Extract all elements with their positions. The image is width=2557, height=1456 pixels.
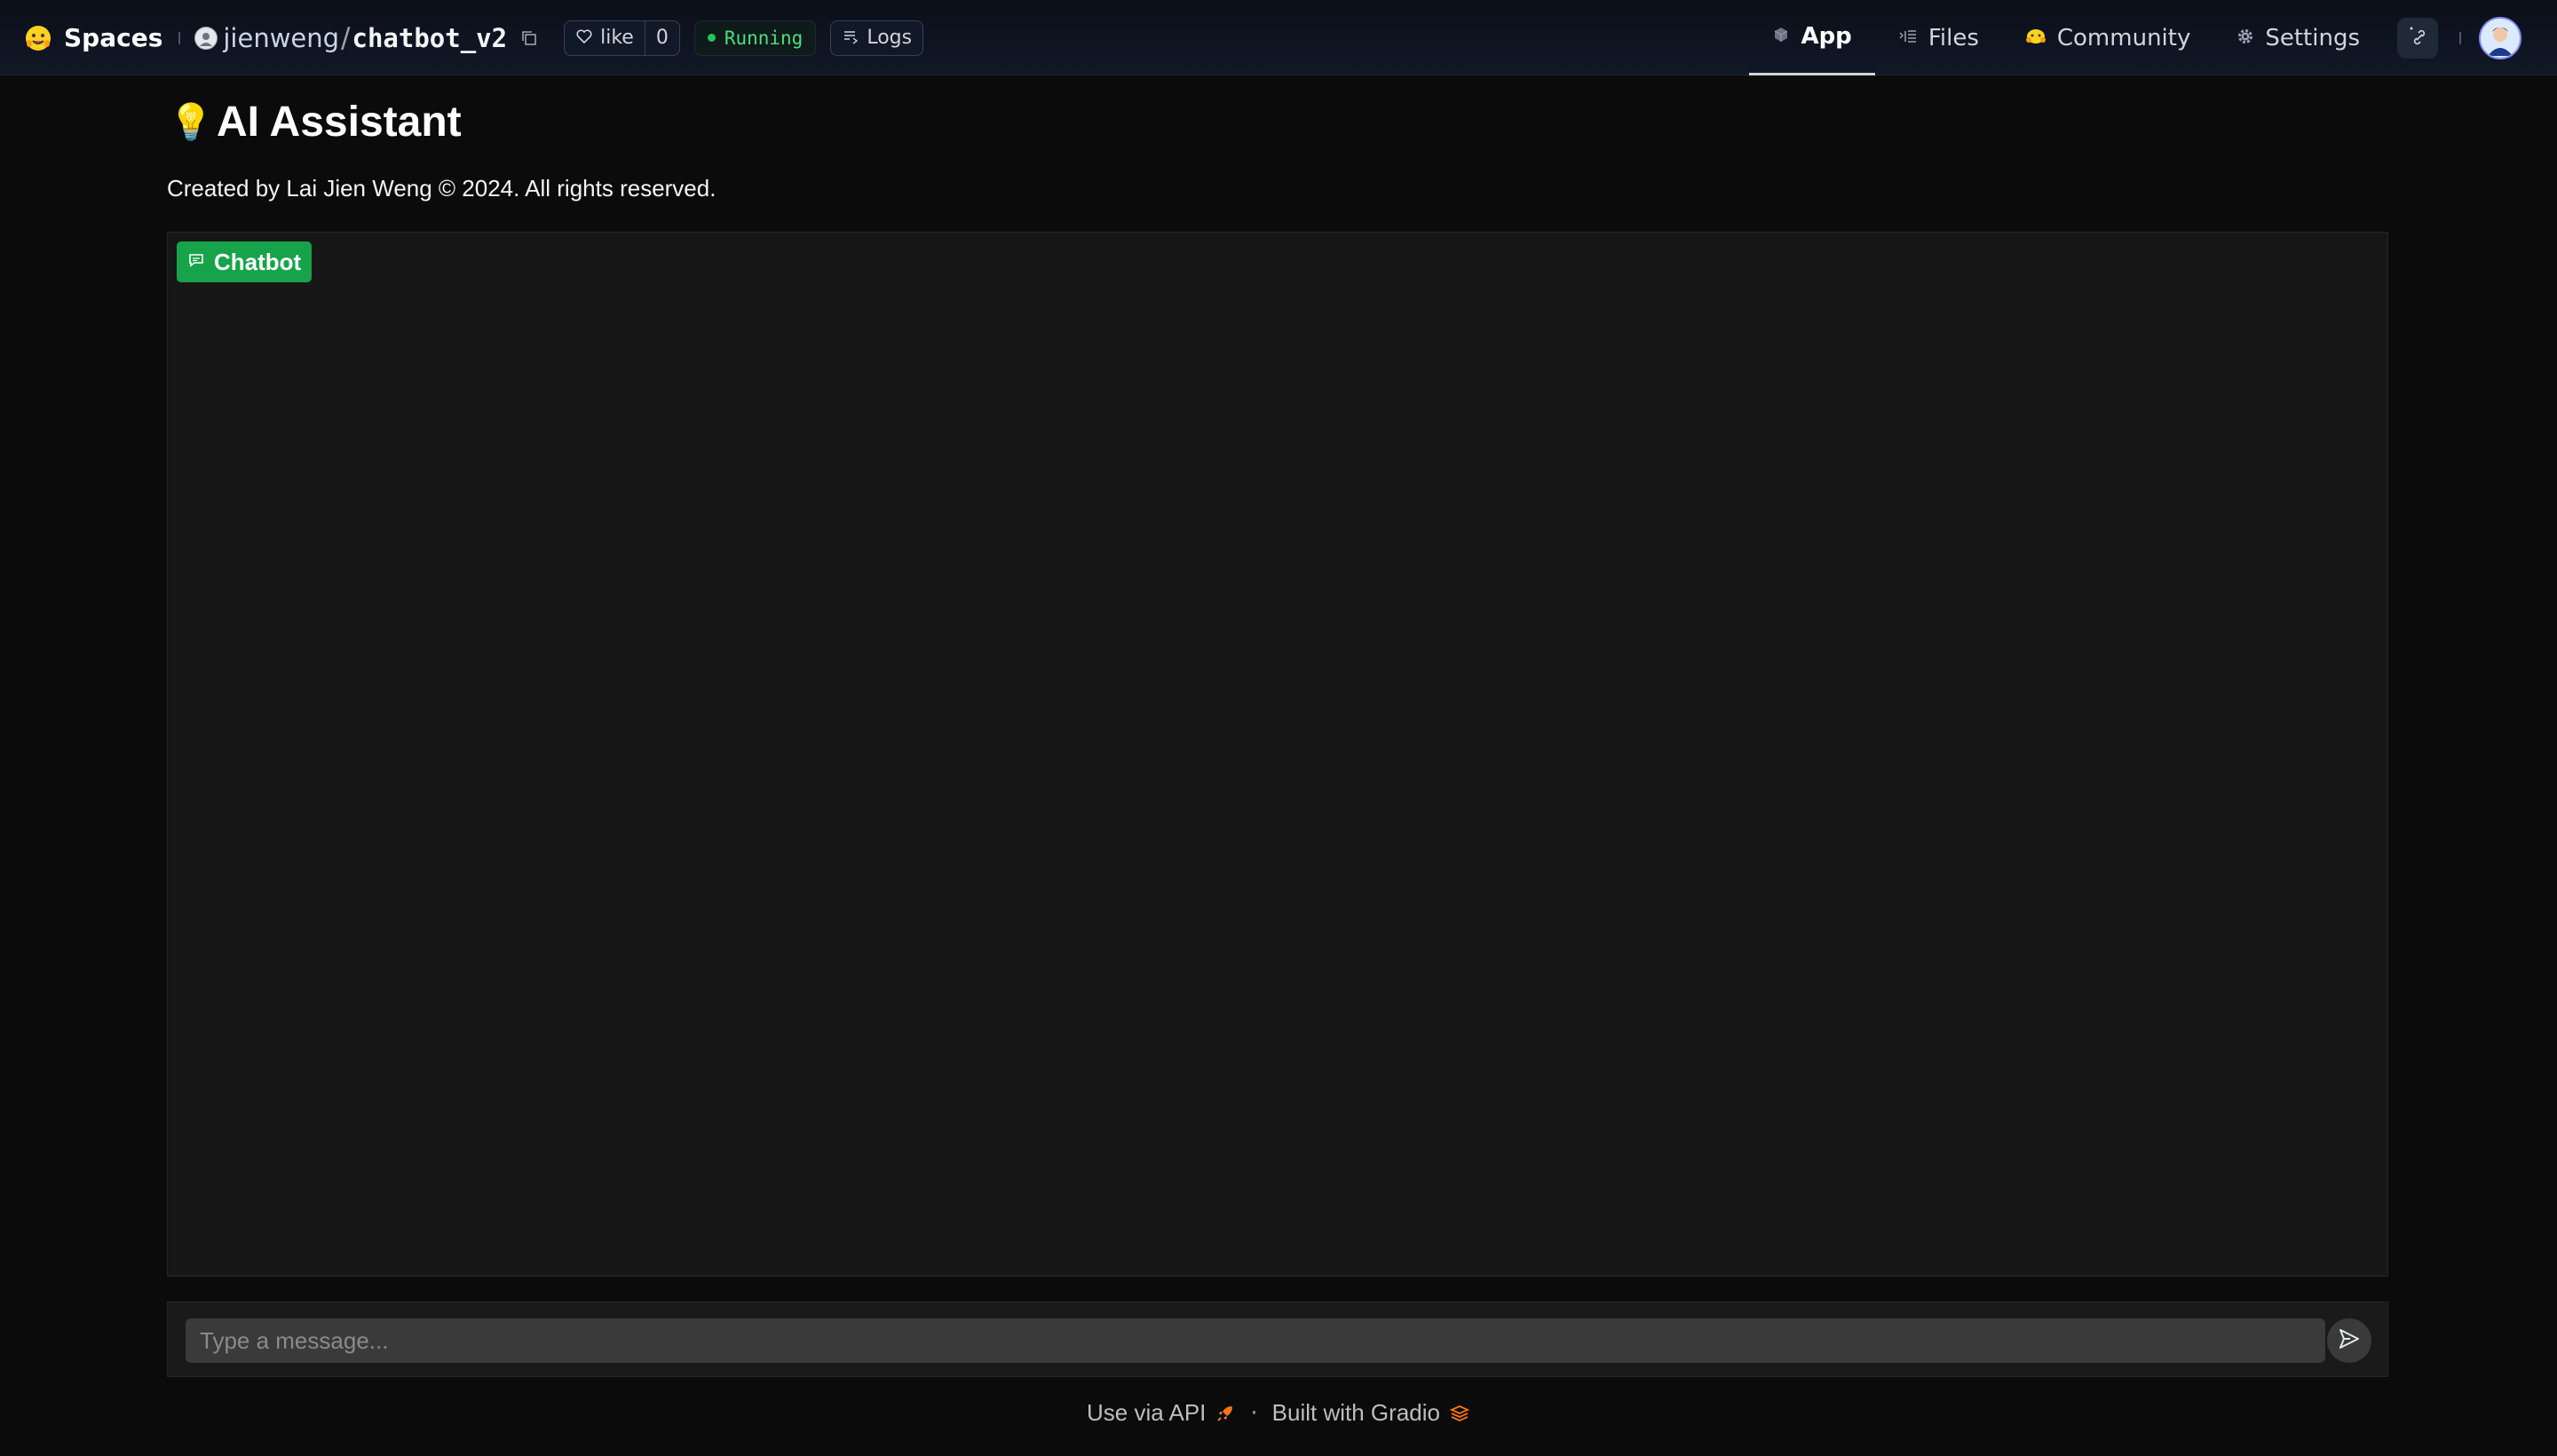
lightbulb-icon: 💡 (169, 102, 213, 143)
status-dot-icon (707, 34, 716, 42)
logs-icon (842, 28, 859, 49)
tab-settings-label: Settings (2265, 24, 2360, 51)
tab-settings[interactable]: Settings (2213, 0, 2383, 75)
rocket-icon (1215, 1403, 1236, 1424)
community-icon (2025, 27, 2046, 50)
tab-community-label: Community (2056, 24, 2191, 51)
like-count[interactable]: 0 (645, 27, 679, 49)
gradio-logo-icon (1449, 1403, 1470, 1424)
message-input-row (167, 1302, 2388, 1377)
divider (178, 31, 181, 44)
chatbot-panel[interactable]: Chatbot (167, 232, 2388, 1277)
chat-bubble-icon (187, 251, 205, 273)
tab-files-label: Files (1928, 24, 1979, 51)
gear-icon (2236, 28, 2254, 49)
divider (2459, 31, 2461, 44)
link-icon (2406, 25, 2429, 51)
like-button[interactable]: like (565, 20, 645, 55)
message-input[interactable] (186, 1318, 2325, 1363)
send-button[interactable] (2327, 1318, 2371, 1363)
repo-name-link[interactable]: chatbot_v2 (352, 23, 508, 53)
footer-separator: · (1250, 1399, 1258, 1427)
logs-button[interactable]: Logs (830, 20, 924, 56)
send-icon (2338, 1327, 2361, 1354)
more-options-button[interactable] (2397, 17, 2438, 59)
logs-label: Logs (867, 27, 913, 49)
top-navbar: Spaces jienweng / chatbot_v2 like 0 Runn… (0, 0, 2557, 75)
spaces-link[interactable]: Spaces (64, 23, 162, 52)
files-icon (1898, 28, 1918, 49)
use-via-api-link[interactable]: Use via API (1087, 1399, 1206, 1427)
chatbot-label-badge: Chatbot (177, 241, 313, 282)
built-with-gradio-link[interactable]: Built with Gradio (1272, 1399, 1440, 1427)
copy-icon[interactable] (519, 28, 539, 48)
status-badge[interactable]: Running (693, 20, 817, 56)
cube-icon (1772, 26, 1790, 47)
status-label: Running (724, 27, 804, 49)
tab-files[interactable]: Files (1875, 0, 2002, 75)
app-heading: 💡 AI Assistant (169, 98, 462, 146)
page-subtitle: Created by Lai Jien Weng © 2024. All rig… (167, 175, 716, 202)
owner-avatar[interactable] (194, 26, 218, 50)
heart-icon (575, 28, 593, 49)
navbar-right: App Files Community Settings (1749, 0, 2557, 75)
navbar-left: Spaces jienweng / chatbot_v2 like 0 Runn… (23, 0, 924, 75)
like-button-group: like 0 (564, 20, 680, 56)
huggingface-logo-icon[interactable] (23, 23, 53, 53)
tab-community[interactable]: Community (2002, 0, 2213, 75)
tab-app[interactable]: App (1749, 0, 1875, 75)
footer: Use via API · Built with Gradio (0, 1399, 2557, 1427)
owner-link[interactable]: jienweng (223, 23, 339, 53)
tab-app-label: App (1801, 23, 1852, 50)
chatbot-label: Chatbot (214, 248, 302, 275)
user-avatar[interactable] (2479, 16, 2521, 59)
path-slash: / (341, 21, 351, 54)
page-title: AI Assistant (217, 99, 462, 146)
like-label: like (600, 27, 634, 49)
